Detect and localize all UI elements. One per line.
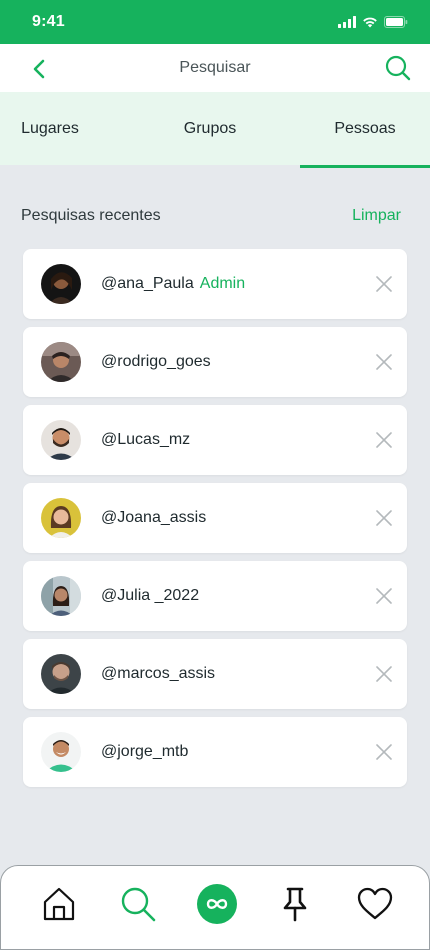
- avatar: [41, 576, 81, 616]
- username: @Julia _2022: [101, 561, 199, 631]
- recent-search-item[interactable]: @Julia _2022: [23, 561, 407, 631]
- close-icon: [376, 744, 392, 760]
- nav-favorites-button[interactable]: [355, 884, 395, 924]
- search-icon: [385, 55, 411, 81]
- username-text: @Joana_assis: [101, 509, 207, 526]
- remove-button[interactable]: [375, 587, 393, 605]
- recent-search-item[interactable]: @jorge_mtb: [23, 717, 407, 787]
- nav-pin-button[interactable]: [275, 884, 315, 924]
- username: @jorge_mtb: [101, 717, 188, 787]
- username-text: @Julia _2022: [101, 587, 200, 604]
- battery-icon: [384, 16, 408, 28]
- remove-button[interactable]: [375, 353, 393, 371]
- username: @marcos_assis: [101, 639, 215, 709]
- heart-icon: [357, 887, 393, 920]
- username-text: @rodrigo_goes: [101, 353, 211, 370]
- clear-button[interactable]: Limpar: [352, 207, 401, 225]
- recent-searches-list: @ana_Paula Admin @rodrigo_goes @Lucas_mz…: [23, 249, 407, 795]
- recent-search-item[interactable]: @ana_Paula Admin: [23, 249, 407, 319]
- bottom-navigation: [0, 865, 430, 950]
- pin-icon: [283, 887, 307, 922]
- avatar: [41, 264, 81, 304]
- wifi-icon: [363, 17, 377, 28]
- search-button[interactable]: [384, 54, 412, 82]
- signal-icon: [338, 16, 356, 28]
- username: @rodrigo_goes: [101, 327, 211, 397]
- nav-home-button[interactable]: [39, 884, 79, 924]
- avatar: [41, 498, 81, 538]
- username: @Joana_assis: [101, 483, 206, 553]
- remove-button[interactable]: [375, 431, 393, 449]
- nav-search-button[interactable]: [118, 884, 158, 924]
- back-button[interactable]: [26, 56, 52, 82]
- status-icons: [338, 16, 408, 28]
- username-text: @Lucas_mz: [101, 431, 191, 448]
- recent-search-item[interactable]: @rodrigo_goes: [23, 327, 407, 397]
- close-icon: [376, 354, 392, 370]
- status-time: 9:41: [32, 13, 65, 30]
- tab-grupos[interactable]: Grupos: [140, 92, 280, 165]
- search-icon: [121, 887, 156, 922]
- avatar: [41, 342, 81, 382]
- top-app-bar: Pesquisar: [0, 44, 430, 92]
- close-icon: [376, 276, 392, 292]
- recent-search-item[interactable]: @marcos_assis: [23, 639, 407, 709]
- remove-button[interactable]: [375, 743, 393, 761]
- tab-pessoas[interactable]: Pessoas: [300, 92, 430, 165]
- recent-search-item[interactable]: @Lucas_mz: [23, 405, 407, 475]
- home-icon: [43, 887, 75, 921]
- status-bar: 9:41: [0, 0, 430, 44]
- tab-bar: Lugares Grupos Pessoas: [0, 92, 430, 168]
- active-tab-indicator: [300, 165, 430, 168]
- avatar: [41, 654, 81, 694]
- close-icon: [376, 588, 392, 604]
- close-icon: [376, 510, 392, 526]
- recent-search-item[interactable]: @Joana_assis: [23, 483, 407, 553]
- page-title: Pesquisar: [179, 59, 251, 76]
- username-text: @ana_Paula: [101, 275, 194, 292]
- close-icon: [376, 432, 392, 448]
- username: @ana_Paula Admin: [101, 249, 245, 319]
- username: @Lucas_mz: [101, 405, 190, 475]
- tab-lugares[interactable]: Lugares: [0, 92, 100, 165]
- chevron-left-icon: [33, 59, 45, 79]
- remove-button[interactable]: [375, 509, 393, 527]
- avatar: [41, 732, 81, 772]
- username-text: @marcos_assis: [101, 665, 216, 682]
- infinity-icon: [197, 884, 237, 924]
- nav-infinity-button[interactable]: [197, 884, 237, 924]
- admin-badge: Admin: [199, 275, 246, 292]
- remove-button[interactable]: [375, 665, 393, 683]
- remove-button[interactable]: [375, 275, 393, 293]
- username-text: @jorge_mtb: [101, 743, 189, 760]
- close-icon: [376, 666, 392, 682]
- avatar: [41, 420, 81, 460]
- recent-searches-title: Pesquisas recentes: [21, 207, 161, 224]
